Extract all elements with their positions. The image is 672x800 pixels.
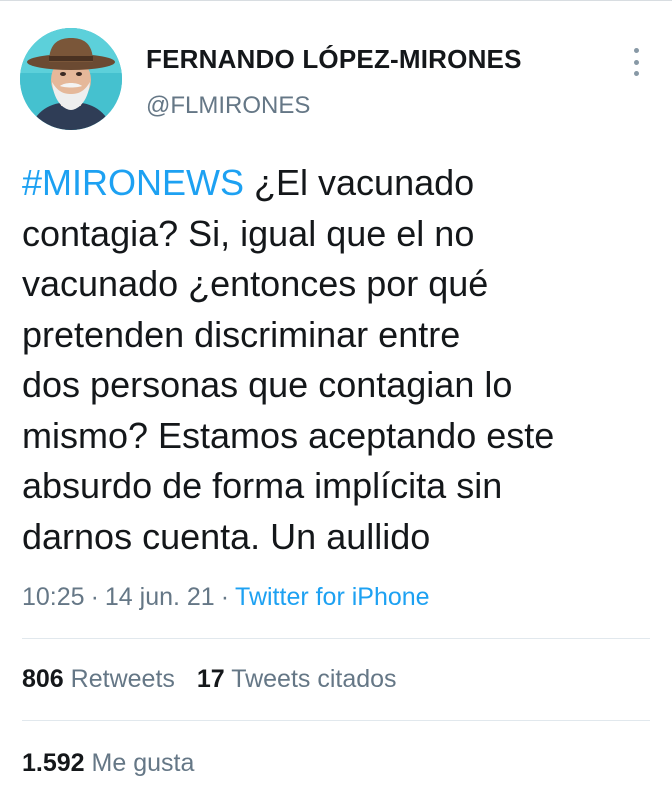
tweet-text: #MIRONEWS ¿El vacunado contagia? Si, igu… (22, 158, 652, 562)
quotes-count: 17 (196, 665, 225, 693)
author-name[interactable]: FERNANDO LÓPEZ-MIRONES (146, 44, 522, 75)
quote-tweets-stat[interactable]: 17 Tweets citados (197, 665, 397, 693)
dot-icon (633, 48, 639, 53)
tweet-text-segment: ¿El vacunado (244, 162, 475, 203)
tweet-detail: FERNANDO LÓPEZ-MIRONES @FLMIRONES #MIRON… (0, 0, 672, 800)
tweet-text-line: absurdo de forma implícita sin (22, 465, 503, 506)
dot-icon (633, 71, 639, 76)
likes-count: 1.592 (22, 749, 85, 777)
quotes-label: Tweets citados (231, 665, 397, 693)
dot-icon (633, 59, 639, 65)
meta-separator: · (90, 583, 99, 611)
stats-row-shares: 806 Retweets 17 Tweets citados (22, 665, 397, 694)
meta-separator: · (220, 583, 230, 611)
retweets-label: Retweets (70, 665, 175, 693)
avatar-photo-icon (20, 28, 122, 130)
tweet-text-line: pretenden discriminar entre (22, 313, 461, 355)
tweet-text-line: contagia? Si, igual que el no (22, 212, 475, 254)
tweet-text-line: mismo? Estamos aceptando este (22, 414, 555, 456)
tweet-text-line: darnos cuenta. Un aullido (22, 515, 431, 557)
author-handle[interactable]: @FLMIRONES (146, 92, 310, 120)
tweet-header: FERNANDO LÓPEZ-MIRONES @FLMIRONES (20, 28, 652, 138)
tweet-text-line: vacunado ¿entonces por qué (22, 263, 489, 304)
tweet-time[interactable]: 10:25 (22, 583, 85, 611)
more-options-icon[interactable] (626, 42, 646, 82)
retweets-stat[interactable]: 806 Retweets (22, 665, 175, 693)
divider (22, 638, 650, 639)
retweets-count: 806 (22, 665, 64, 693)
tweet-source-link[interactable]: Twitter for iPhone (235, 583, 430, 611)
stats-row-likes: 1.592 Me gusta (22, 749, 194, 778)
hashtag-link[interactable]: #MIRONEWS (22, 162, 244, 203)
tweet-date[interactable]: 14 jun. 21 (105, 583, 215, 611)
likes-stat[interactable]: 1.592 Me gusta (22, 749, 194, 777)
divider (22, 720, 650, 721)
author-avatar[interactable] (20, 28, 122, 130)
tweet-meta: 10:25 · 14 jun. 21 · Twitter for iPhone (22, 583, 430, 612)
tweet-text-line: dos personas que contagian lo (22, 364, 513, 405)
likes-label: Me gusta (91, 749, 195, 777)
tweet-text-line: #MIRONEWS ¿El vacunado (22, 158, 652, 209)
